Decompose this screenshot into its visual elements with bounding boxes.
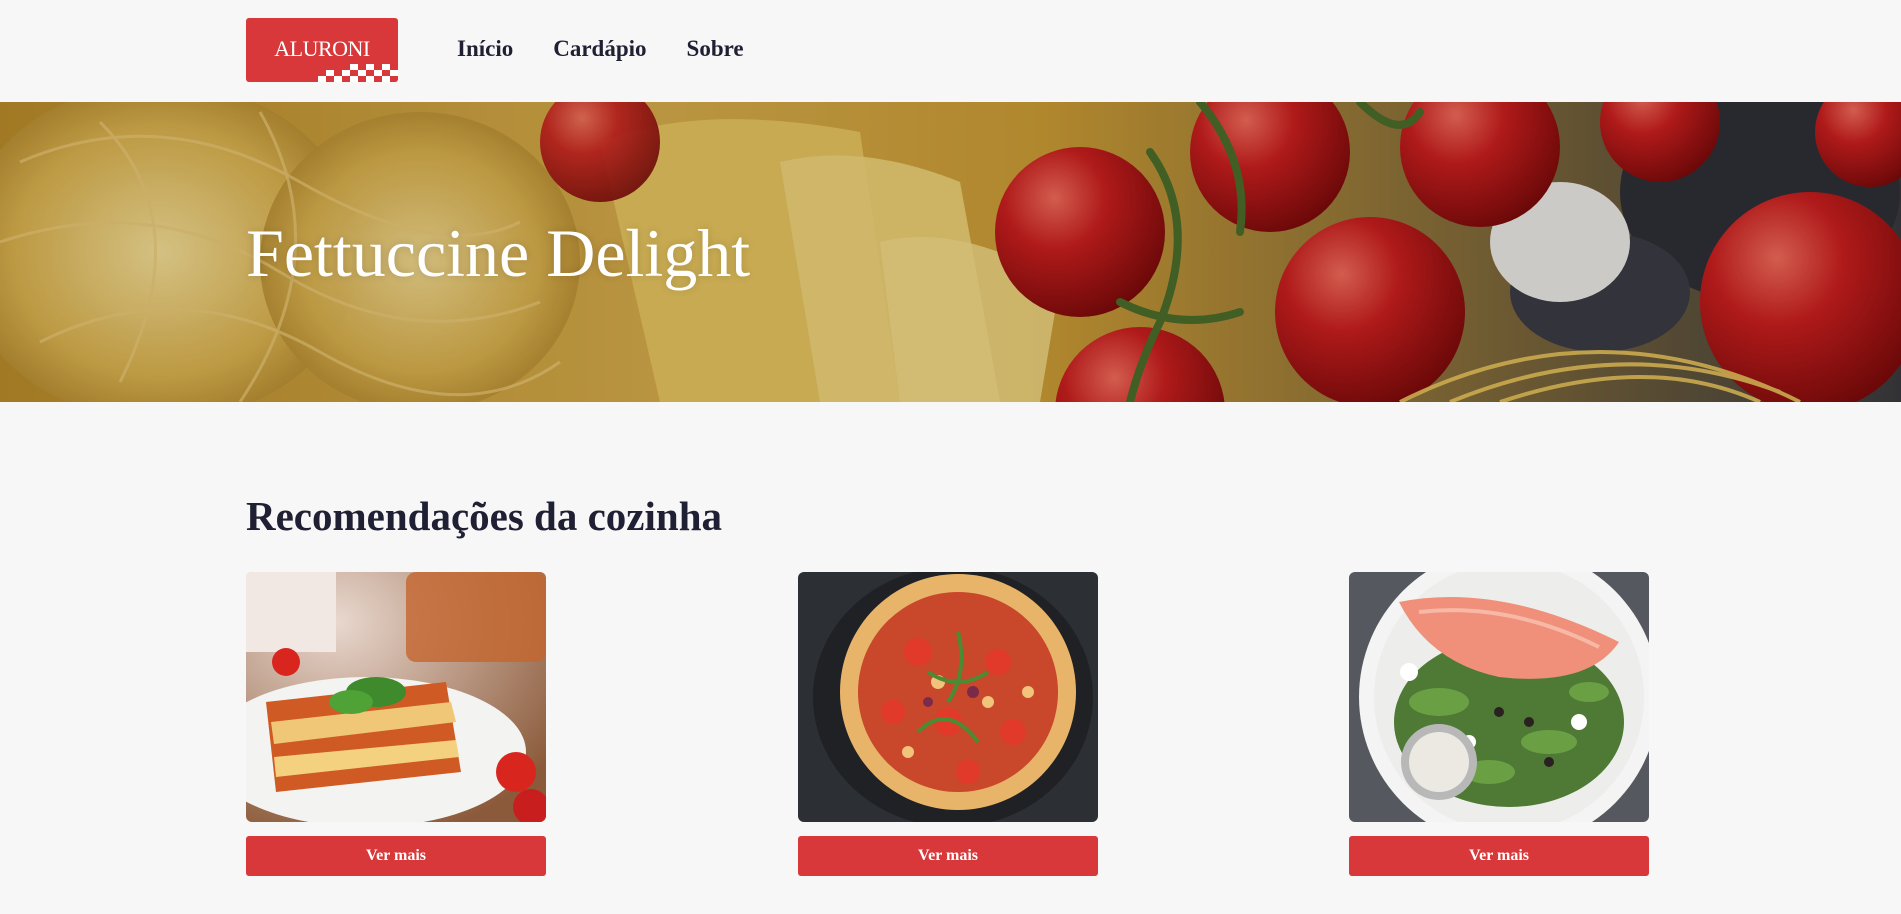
pizza-image xyxy=(798,572,1098,822)
checker-pattern-icon xyxy=(316,60,398,82)
hero-banner: Fettuccine Delight xyxy=(0,102,1901,402)
site-header: ALURONI Início Cardápio Sobre xyxy=(0,0,1901,102)
nav-link-inicio[interactable]: Início xyxy=(457,36,513,62)
aluroni-logo[interactable]: ALURONI xyxy=(246,18,398,82)
ver-mais-button[interactable]: Ver mais xyxy=(246,836,546,876)
salmon-salad-image xyxy=(1349,572,1649,822)
section-title: Recomendações da cozinha xyxy=(246,493,723,539)
hero-title: Fettuccine Delight xyxy=(246,215,751,291)
nav-link-cardapio[interactable]: Cardápio xyxy=(553,36,646,62)
ver-mais-button[interactable]: Ver mais xyxy=(798,836,1098,876)
logo-text: ALURONI xyxy=(274,36,370,61)
recommendation-card: Ver mais xyxy=(798,572,1098,876)
nav-link-sobre[interactable]: Sobre xyxy=(687,36,744,62)
ver-mais-button[interactable]: Ver mais xyxy=(1349,836,1649,876)
recommendation-card: Ver mais xyxy=(246,572,546,876)
recommendation-card: Ver mais xyxy=(1349,572,1649,876)
lasagna-image xyxy=(246,572,546,822)
main-nav: Início Cardápio Sobre xyxy=(457,36,744,62)
